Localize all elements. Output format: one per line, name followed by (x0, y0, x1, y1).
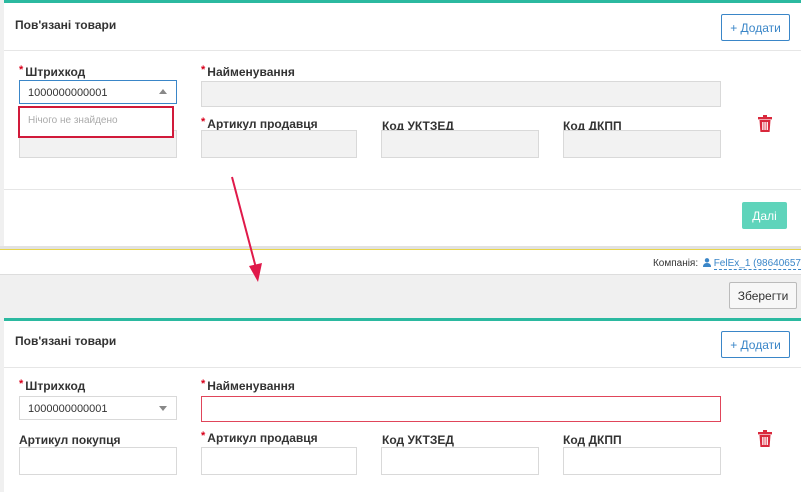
buyer-sku-input[interactable] (19, 447, 177, 475)
barcode-select[interactable]: 1000000000001 (19, 396, 177, 420)
name-input[interactable] (201, 81, 721, 107)
buyer-sku-label: Артикул покупця (19, 433, 121, 447)
divider (4, 367, 801, 368)
trash-icon[interactable] (758, 430, 772, 447)
divider (4, 189, 801, 190)
seller-sku-input[interactable] (201, 130, 357, 158)
uktzed-input[interactable] (381, 447, 539, 475)
seller-sku-input[interactable] (201, 447, 357, 475)
barcode-select[interactable]: 1000000000001 (19, 80, 177, 104)
dropdown-empty-text: Нічого не знайдено (28, 115, 118, 126)
chevron-down-icon (159, 406, 167, 411)
seller-sku-label: * Артикул продавця (201, 116, 318, 131)
user-icon (702, 258, 711, 267)
company-link[interactable]: FelEx_1 (98640657 (713, 258, 801, 270)
section-title: Пов'язані товари (15, 18, 117, 32)
add-button[interactable]: + Додати (721, 331, 790, 358)
name-label: * Найменування (201, 378, 295, 393)
barcode-label: * Штрихкод (19, 64, 86, 79)
uktzed-input[interactable] (381, 130, 539, 158)
top-panel: Пов'язані товари + Додати * Штрихкод * Най… (4, 0, 801, 246)
seller-sku-label: * Артикул продавця (201, 430, 318, 445)
name-label: * Найменування (201, 64, 295, 79)
company-bar: Компанія: FelEx_1 (98640657 (0, 249, 801, 274)
section-title: Пов'язані товари (15, 334, 117, 348)
company-label: Компанія: (652, 258, 699, 269)
add-button[interactable]: + Додати (721, 14, 790, 41)
uktzed-label: Код УКТЗЕД (382, 433, 454, 447)
name-input[interactable] (201, 396, 721, 422)
chevron-up-icon (159, 89, 167, 94)
dkpp-input[interactable] (563, 447, 721, 475)
save-button[interactable]: Зберегти (729, 282, 797, 309)
company-info: Компанія: FelEx_1 (98640657 (652, 258, 801, 270)
dkpp-input[interactable] (563, 130, 721, 158)
barcode-label: * Штрихкод (19, 378, 86, 393)
divider (4, 50, 801, 51)
barcode-select-value: 1000000000001 (28, 87, 108, 99)
next-button[interactable]: Далі (742, 202, 787, 229)
dkpp-label: Код ДКПП (563, 433, 622, 447)
barcode-dropdown: Нічого не знайдено (18, 106, 174, 138)
barcode-select-value: 1000000000001 (28, 403, 108, 415)
bottom-panel: Пов'язані товари + Додати * Штрихкод * Най… (4, 318, 801, 492)
trash-icon[interactable] (758, 115, 772, 132)
toolbar: Зберегти (0, 274, 801, 318)
